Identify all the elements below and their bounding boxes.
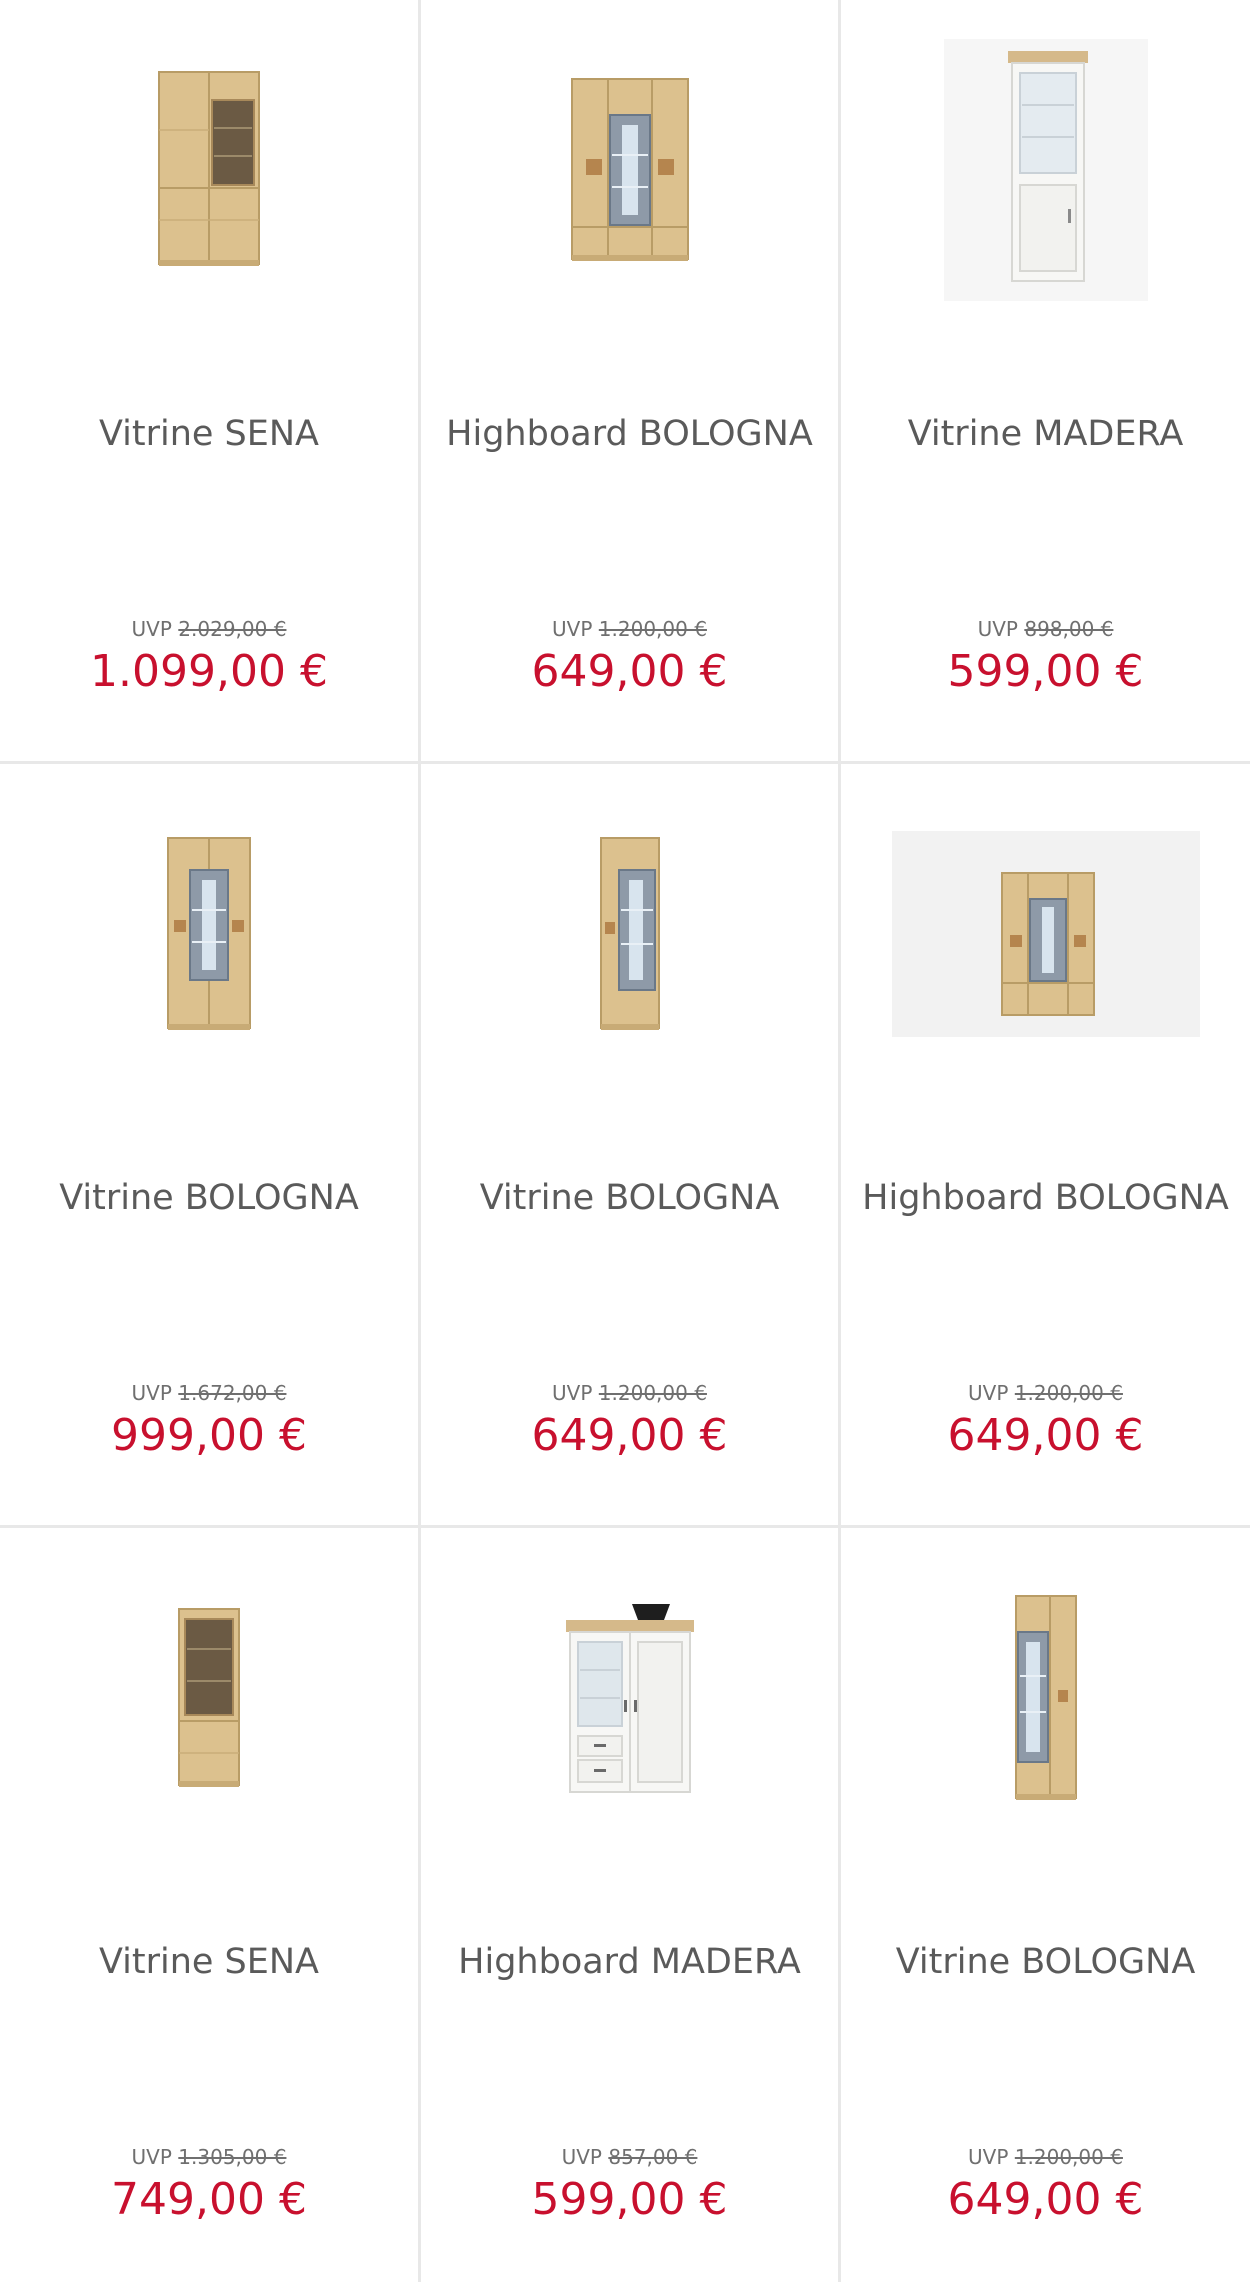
uvp-line: UVP 1.200,00 € <box>421 1380 838 1406</box>
product-image[interactable] <box>421 1578 838 1818</box>
product-tile[interactable]: Highboard BOLOGNA UVP 1.200,00 € 649,00 … <box>418 0 838 764</box>
product-title[interactable]: Highboard BOLOGNA <box>861 1176 1230 1220</box>
sale-price: 749,00 € <box>111 2174 307 2225</box>
white-vitrine-madera-icon <box>943 39 1148 301</box>
uvp-price: 2.029,00 € <box>178 617 287 641</box>
uvp-line: UVP 1.200,00 € <box>421 616 838 642</box>
uvp-label: UVP <box>968 1381 1009 1405</box>
product-image[interactable] <box>0 50 418 290</box>
product-image[interactable] <box>421 814 838 1054</box>
product-tile[interactable]: Highboard MADERA UVP 857,00 € 599,00 € <box>418 1528 838 2282</box>
white-highboard-madera-icon <box>565 1604 694 1793</box>
product-title[interactable]: Vitrine BOLOGNA <box>441 1176 818 1220</box>
uvp-price: 1.305,00 € <box>178 2145 287 2169</box>
uvp-price: 1.672,00 € <box>178 1381 287 1405</box>
product-image[interactable] <box>841 814 1250 1054</box>
oak-vitrine-bologna-slim-icon <box>1014 1595 1077 1800</box>
product-tile[interactable]: Vitrine SENA UVP 2.029,00 € 1.099,00 € <box>0 0 418 764</box>
product-tile[interactable]: Highboard BOLOGNA UVP 1.200,00 € 649,00 … <box>838 764 1250 1528</box>
uvp-label: UVP <box>968 2145 1009 2169</box>
uvp-price: 857,00 € <box>608 2145 698 2169</box>
product-title[interactable]: Vitrine SENA <box>20 1940 398 1984</box>
product-title[interactable]: Vitrine MADERA <box>861 412 1230 456</box>
oak-highboard-bologna-icon <box>570 78 689 261</box>
product-title[interactable]: Vitrine SENA <box>20 412 398 456</box>
product-title[interactable]: Vitrine BOLOGNA <box>861 1940 1230 1984</box>
product-image[interactable] <box>421 50 838 290</box>
uvp-label: UVP <box>561 2145 602 2169</box>
oak-vitrine-bologna-narrow-icon <box>599 837 660 1030</box>
uvp-price: 1.200,00 € <box>598 1381 707 1405</box>
oak-vitrine-bologna-wide-icon <box>167 837 251 1030</box>
product-tile[interactable]: Vitrine MADERA UVP 898,00 € 599,00 € <box>838 0 1250 764</box>
product-tile[interactable]: Vitrine BOLOGNA UVP 1.200,00 € 649,00 € <box>418 764 838 1528</box>
product-image[interactable] <box>0 1578 418 1818</box>
uvp-line: UVP 2.029,00 € <box>0 616 418 642</box>
product-tile[interactable]: Vitrine BOLOGNA UVP 1.200,00 € 649,00 € <box>838 1528 1250 2282</box>
uvp-line: UVP 1.200,00 € <box>841 2144 1250 2170</box>
product-title[interactable]: Highboard BOLOGNA <box>441 412 818 456</box>
sale-price: 999,00 € <box>111 1410 307 1461</box>
uvp-label: UVP <box>131 2145 172 2169</box>
uvp-label: UVP <box>977 617 1018 641</box>
product-image[interactable] <box>0 814 418 1054</box>
uvp-label: UVP <box>131 617 172 641</box>
uvp-line: UVP 1.305,00 € <box>0 2144 418 2170</box>
uvp-price: 898,00 € <box>1024 617 1114 641</box>
sale-price: 649,00 € <box>531 1410 728 1461</box>
uvp-label: UVP <box>552 1381 593 1405</box>
uvp-line: UVP 857,00 € <box>421 2144 838 2170</box>
sale-price: 599,00 € <box>947 646 1144 697</box>
uvp-label: UVP <box>552 617 593 641</box>
uvp-line: UVP 898,00 € <box>841 616 1250 642</box>
product-tile[interactable]: Vitrine SENA UVP 1.305,00 € 749,00 € <box>0 1528 418 2282</box>
sale-price: 649,00 € <box>947 2174 1144 2225</box>
uvp-line: UVP 1.200,00 € <box>841 1380 1250 1406</box>
sale-price: 599,00 € <box>531 2174 728 2225</box>
product-image[interactable] <box>841 1578 1250 1818</box>
product-grid: Vitrine SENA UVP 2.029,00 € 1.099,00 € H… <box>0 0 1250 2282</box>
oak-vitrine-sena-two-door-icon <box>158 71 260 266</box>
uvp-price: 1.200,00 € <box>598 617 707 641</box>
oak-highboard-bologna-studio-icon <box>891 831 1200 1037</box>
uvp-line: UVP 1.672,00 € <box>0 1380 418 1406</box>
uvp-label: UVP <box>131 1381 172 1405</box>
product-tile[interactable]: Vitrine BOLOGNA UVP 1.672,00 € 999,00 € <box>0 764 418 1528</box>
uvp-price: 1.200,00 € <box>1014 2145 1123 2169</box>
product-image[interactable] <box>841 39 1250 301</box>
sale-price: 649,00 € <box>531 646 728 697</box>
uvp-price: 1.200,00 € <box>1014 1381 1123 1405</box>
product-title[interactable]: Vitrine BOLOGNA <box>20 1176 398 1220</box>
sale-price: 1.099,00 € <box>90 646 328 697</box>
sale-price: 649,00 € <box>947 1410 1144 1461</box>
oak-vitrine-sena-narrow-icon <box>178 1608 240 1787</box>
product-title[interactable]: Highboard MADERA <box>441 1940 818 1984</box>
